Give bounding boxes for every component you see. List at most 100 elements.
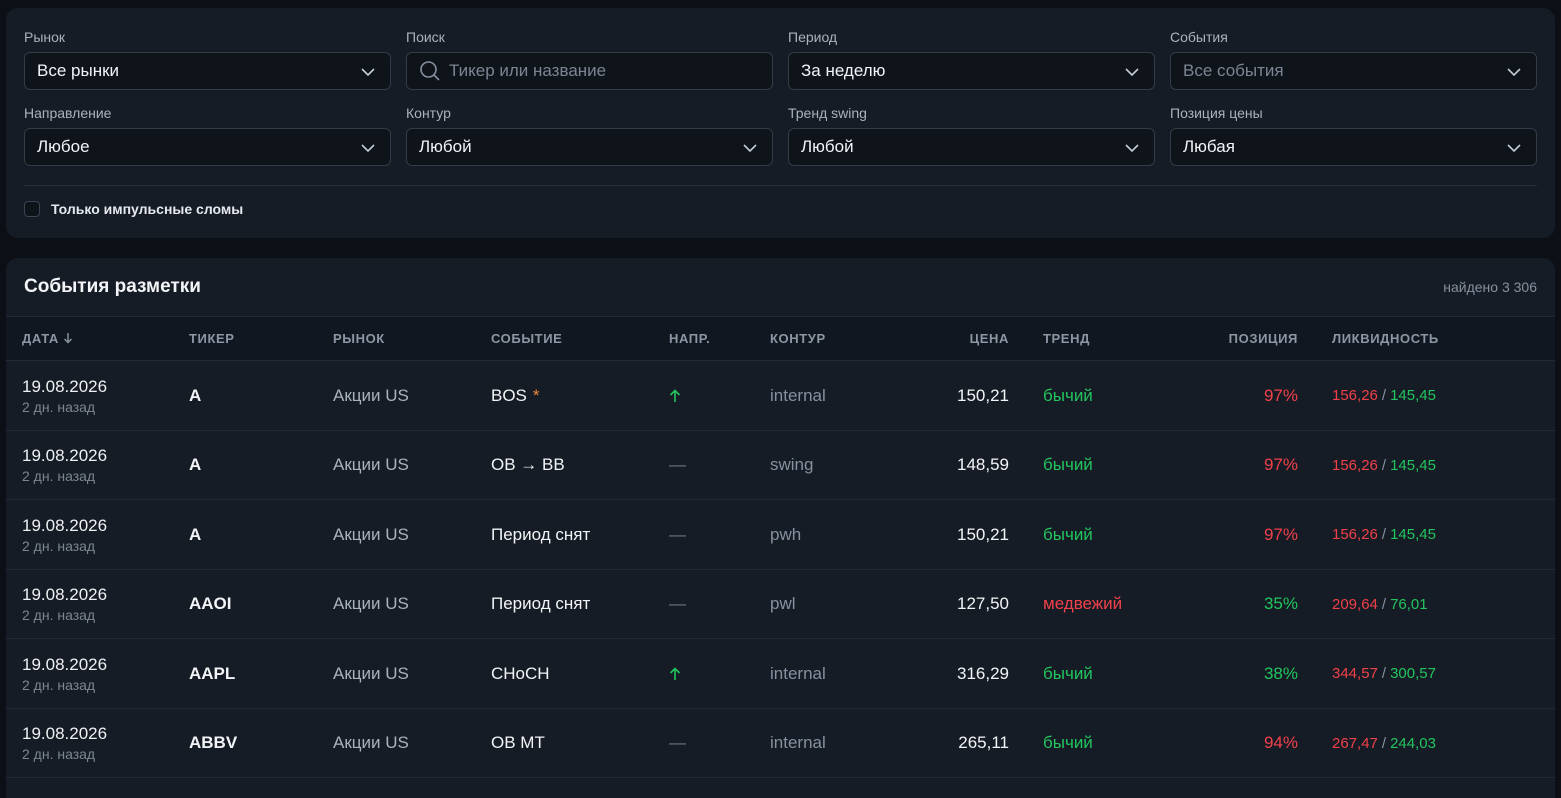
market-select[interactable]: Все рынки — [24, 52, 391, 90]
event-ago: 2 дн. назад — [22, 468, 96, 484]
table-row[interactable]: 19.08.2026 2 дн. назад ABBV Акции US OB … — [6, 709, 1555, 778]
contour-select[interactable]: Любой — [406, 128, 773, 166]
liquidity-separator: / — [1381, 734, 1387, 752]
table-row[interactable]: 19.08.2026 2 дн. назад AAOI Акции US Пер… — [6, 570, 1555, 639]
ticker-cell[interactable]: A — [189, 361, 201, 430]
direction-dash: — — [669, 455, 686, 474]
position-cell: 35% — [1263, 594, 1298, 613]
contour-cell: pwh — [770, 524, 802, 544]
event-date: 19.08.2026 — [22, 654, 108, 674]
chevron-down-icon — [743, 144, 757, 153]
trend-swing-filter-label: Тренд swing — [788, 105, 867, 121]
col-direction-header[interactable]: НАПР. — [669, 317, 710, 360]
ticker-cell[interactable]: AAPL — [189, 639, 235, 708]
table-row[interactable]: 19.08.2026 2 дн. назад AAPL Акции US CHo… — [6, 639, 1555, 709]
filters-divider — [24, 185, 1537, 186]
events-select[interactable]: Все события — [1170, 52, 1537, 90]
search-filter-label: Поиск — [406, 29, 445, 45]
direction-dash: — — [669, 733, 686, 752]
price-position-select-value: Любая — [1183, 137, 1235, 156]
liquidity-separator: / — [1381, 387, 1387, 404]
table-row[interactable]: 19.08.2026 2 дн. назад A Акции US BOS * … — [6, 361, 1555, 431]
direction-cell: — — [669, 431, 686, 500]
liquidity-low: 76,01 — [1390, 595, 1428, 613]
market-cell: Акции US — [333, 733, 409, 752]
events-title: События разметки — [24, 276, 201, 297]
event-ago: 2 дн. назад — [22, 398, 96, 415]
event-name: CHoCH — [491, 663, 550, 683]
contour-cell: internal — [770, 663, 826, 683]
position-cell: 97% — [1263, 455, 1298, 474]
direction-select[interactable]: Любое — [24, 128, 391, 166]
col-contour-header[interactable]: КОНТУР — [770, 317, 826, 360]
contour-filter: Контур Любой — [406, 104, 773, 166]
price-position-select[interactable]: Любая — [1170, 128, 1537, 166]
ticker-cell[interactable]: AAOI — [189, 570, 232, 639]
ticker-cell[interactable]: ABBV — [189, 709, 237, 778]
liquidity-high: 344,57 — [1332, 665, 1378, 682]
event-date: 19.08.2026 — [22, 446, 108, 465]
direction-dash: — — [669, 524, 686, 544]
price-position-filter: Позиция цены Любая — [1170, 104, 1537, 166]
event-name: BOS — [491, 385, 527, 405]
event-date: 19.08.2026 — [22, 515, 108, 535]
liquidity-separator: / — [1381, 595, 1387, 613]
event-ago: 2 дн. назад — [22, 676, 96, 693]
event-ago: 2 дн. назад — [22, 607, 96, 623]
event-date: 19.08.2026 — [22, 724, 108, 743]
contour-cell: internal — [770, 733, 826, 752]
market-cell: Акции US — [333, 385, 409, 405]
period-select[interactable]: За неделю — [788, 52, 1155, 90]
liquidity-low: 145,45 — [1390, 526, 1436, 543]
filters-panel: Рынок Все рынки Поиск Тикер или название… — [6, 8, 1555, 238]
col-ticker-header[interactable]: ТИКЕР — [189, 317, 235, 360]
trend-swing-select[interactable]: Любой — [788, 128, 1155, 166]
col-date-header[interactable]: ДАТА — [22, 317, 73, 360]
event-ago: 2 дн. назад — [22, 537, 96, 554]
ticker-cell[interactable]: A — [189, 431, 201, 500]
col-position-header[interactable]: ПОЗИЦИЯ — [1166, 317, 1298, 360]
trend-swing-filter: Тренд swing Любой — [788, 104, 1155, 166]
liquidity-low: 300,57 — [1390, 665, 1436, 682]
liquidity-cell: 156,26/145,45 — [1332, 361, 1436, 430]
price-cell: 150,21 — [957, 524, 1009, 544]
impulse-only-checkbox[interactable] — [24, 201, 40, 217]
liquidity-low: 145,45 — [1390, 387, 1436, 404]
col-market-header[interactable]: РЫНОК — [333, 317, 385, 360]
trend-cell: бычий — [1043, 385, 1093, 405]
col-price-header[interactable]: ЦЕНА — [886, 317, 1009, 360]
price-position-filter-label: Позиция цены — [1170, 105, 1263, 121]
chevron-down-icon — [361, 68, 375, 77]
liquidity-separator: / — [1381, 456, 1387, 474]
events-filter-label: События — [1170, 29, 1228, 45]
event-name: OB MT — [491, 733, 545, 752]
impulse-only-toggle[interactable]: Только импульсные сломы — [24, 201, 243, 217]
chevron-down-icon — [1125, 144, 1139, 153]
search-input[interactable]: Тикер или название — [406, 52, 773, 90]
trend-cell: бычий — [1043, 524, 1093, 544]
col-trend-header[interactable]: ТРЕНД — [1043, 317, 1090, 360]
ticker-cell[interactable]: A — [189, 500, 201, 569]
period-filter-label: Период — [788, 29, 838, 45]
col-liquidity-header[interactable]: ЛИКВИДНОСТЬ — [1332, 317, 1439, 360]
liquidity-high: 267,47 — [1332, 734, 1378, 752]
date-cell: 19.08.2026 2 дн. назад — [22, 570, 107, 639]
contour-select-value: Любой — [419, 137, 472, 156]
liquidity-high: 156,26 — [1332, 387, 1378, 404]
table-row[interactable]: 19.08.2026 2 дн. назад A Акции US OB → B… — [6, 431, 1555, 500]
contour-filter-label: Контур — [406, 105, 451, 121]
trend-cell: бычий — [1043, 733, 1093, 752]
arrow-up-icon — [669, 666, 681, 680]
events-filter: События Все события — [1170, 28, 1537, 90]
period-filter: Период За неделю — [788, 28, 1155, 90]
event-cell: OB → BB — [491, 431, 565, 500]
search-filter: Поиск Тикер или название — [406, 28, 773, 90]
table-row[interactable]: 19.08.2026 2 дн. назад A Акции US Период… — [6, 500, 1555, 570]
col-event-header[interactable]: СОБЫТИЕ — [491, 317, 562, 360]
arrow-up-icon — [669, 388, 681, 402]
col-date-label: ДАТА — [22, 331, 59, 346]
period-select-value: За неделю — [801, 61, 886, 80]
event-cell: Период снят — [491, 500, 590, 569]
chevron-down-icon — [1507, 68, 1521, 77]
search-input-placeholder: Тикер или название — [449, 61, 607, 80]
